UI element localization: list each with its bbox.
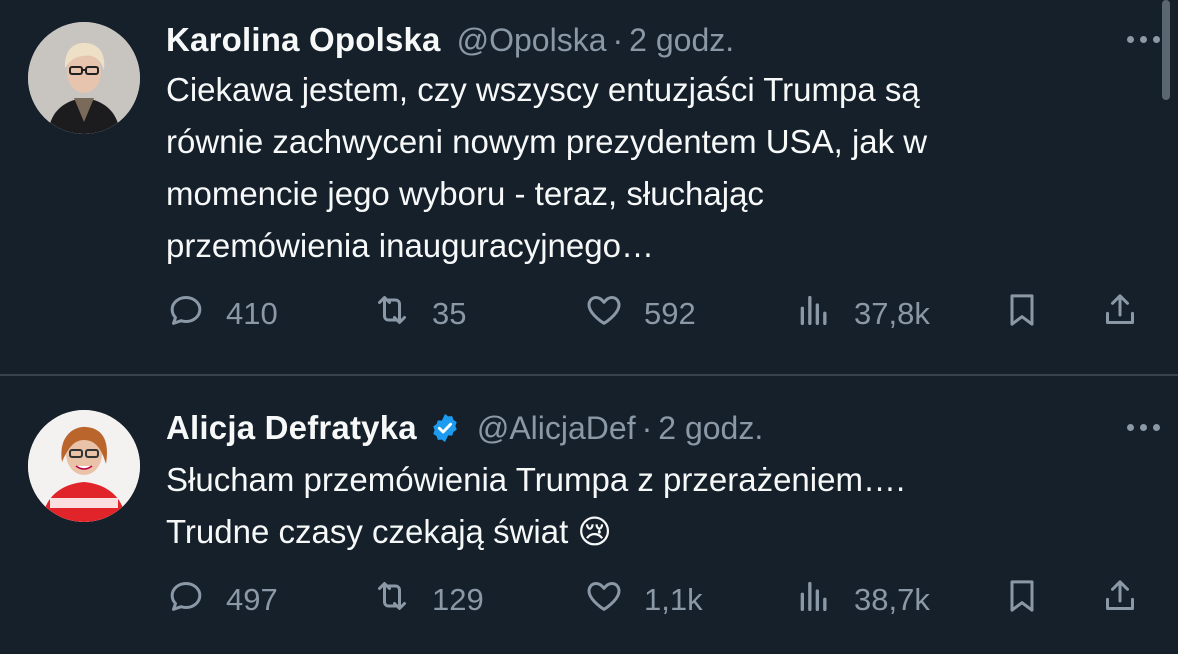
- separator: ·: [612, 21, 624, 58]
- repost-icon: [372, 576, 412, 624]
- reply-count: 410: [226, 296, 278, 331]
- share-button[interactable]: [1100, 290, 1140, 338]
- heart-icon: [584, 290, 624, 338]
- reply-count: 497: [226, 582, 278, 617]
- reply-button[interactable]: 410: [166, 290, 278, 338]
- like-count: 1,1k: [644, 582, 703, 617]
- like-button[interactable]: 592: [584, 290, 696, 338]
- repost-count: 129: [432, 582, 484, 617]
- scrollbar[interactable]: [1162, 0, 1170, 100]
- author-name[interactable]: Karolina Opolska: [166, 21, 441, 59]
- author-handle[interactable]: @AlicjaDef: [477, 410, 636, 447]
- repost-button[interactable]: 129: [372, 576, 484, 624]
- avatar[interactable]: [28, 410, 140, 522]
- tweet-actions: 497 129 1,1k 38,7k: [166, 576, 1156, 624]
- more-options-icon[interactable]: [1127, 36, 1160, 43]
- avatar[interactable]: [28, 22, 140, 134]
- like-count: 592: [644, 296, 696, 331]
- bookmark-icon: [1002, 576, 1042, 624]
- tweet-text: Ciekawa jestem, czy wszyscy entuzjaści T…: [166, 71, 928, 264]
- author-handle[interactable]: @Opolska: [457, 22, 607, 59]
- timestamp[interactable]: 2 godz.: [658, 410, 763, 447]
- reply-icon: [166, 290, 206, 338]
- views-button[interactable]: 37,8k: [794, 290, 930, 338]
- repost-button[interactable]: 35: [372, 290, 466, 338]
- reply-button[interactable]: 497: [166, 576, 278, 624]
- share-icon: [1100, 290, 1140, 338]
- view-count: 38,7k: [854, 582, 930, 617]
- share-icon: [1100, 576, 1140, 624]
- repost-count: 35: [432, 296, 467, 331]
- more-options-icon[interactable]: [1127, 424, 1160, 431]
- verified-badge-icon[interactable]: [429, 412, 461, 444]
- tweet-header: Alicja Defratyka @AlicjaDef · 2 godz.: [166, 406, 763, 450]
- share-button[interactable]: [1100, 576, 1140, 624]
- views-chart-icon: [794, 290, 834, 338]
- author-name[interactable]: Alicja Defratyka: [166, 409, 417, 447]
- tweet-actions: 410 35 592 37,8k: [166, 290, 1156, 338]
- tweet-header: Karolina Opolska @Opolska · 2 godz.: [166, 18, 734, 62]
- like-button[interactable]: 1,1k: [584, 576, 703, 624]
- views-button[interactable]: 38,7k: [794, 576, 930, 624]
- reply-icon: [166, 576, 206, 624]
- timestamp[interactable]: 2 godz.: [629, 22, 734, 59]
- bookmark-button[interactable]: [1002, 576, 1042, 624]
- repost-icon: [372, 290, 412, 338]
- view-count: 37,8k: [854, 296, 930, 331]
- views-chart-icon: [794, 576, 834, 624]
- bookmark-icon: [1002, 290, 1042, 338]
- heart-icon: [584, 576, 624, 624]
- separator: ·: [641, 409, 653, 446]
- tweet-text: Słucham przemówienia Trumpa z przerażeni…: [166, 461, 906, 550]
- bookmark-button[interactable]: [1002, 290, 1042, 338]
